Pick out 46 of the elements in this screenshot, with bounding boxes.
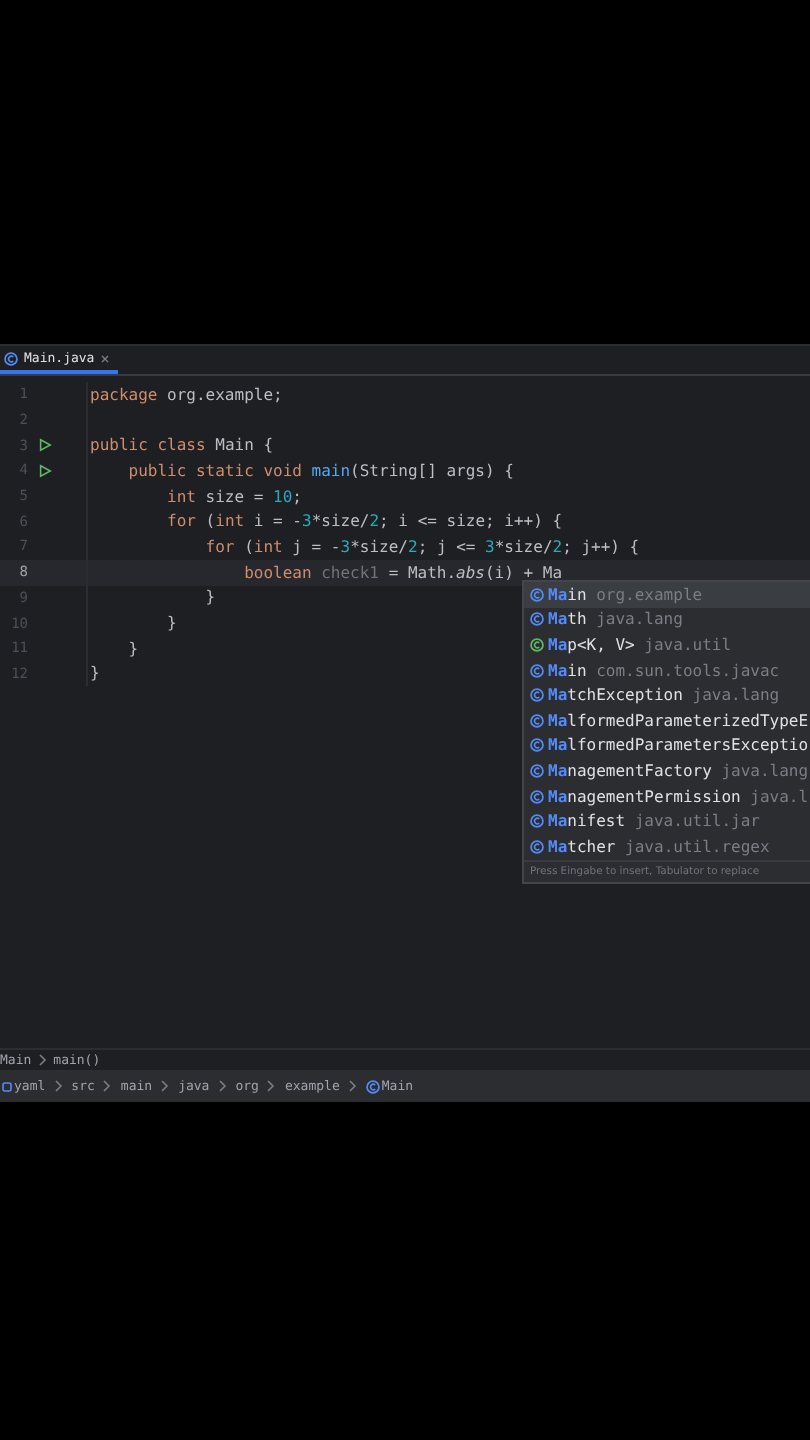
code-line: for (int j = -3*size/2; j <= 3*size/2; j++) { (203, 537, 640, 556)
run-icon[interactable] (38, 438, 52, 453)
code-line: public class Main { (88, 436, 274, 455)
module-icon (2, 1081, 12, 1091)
code-line: int size = 10; (165, 487, 302, 506)
class-icon (530, 738, 544, 753)
class-icon (530, 587, 544, 602)
completion-item[interactable]: Main com.sun.tools.javac (524, 657, 810, 683)
run-icon[interactable] (38, 463, 52, 478)
chevron-icon (53, 1080, 64, 1092)
chevron-icon (37, 1054, 48, 1066)
completion-item[interactable]: Matcher java.util.regex (524, 833, 810, 860)
completion-item[interactable]: Main org.example (524, 582, 810, 608)
code-line: } (126, 639, 139, 658)
completion-item[interactable]: MalformedParametersExceptio (524, 733, 810, 759)
completion-item[interactable]: Manifest java.util.jar (524, 808, 810, 834)
class-icon (530, 789, 544, 804)
interface-icon (530, 637, 544, 652)
code-line: for (int i = -3*size/2; i <= size; i++) { (165, 512, 563, 531)
chevron-icon (347, 1080, 358, 1092)
class-icon (530, 612, 544, 627)
completion-item[interactable]: Math java.lang (524, 607, 810, 633)
class-icon (365, 1079, 380, 1093)
class-icon (530, 688, 544, 703)
chevron-icon (102, 1080, 113, 1092)
completion-item[interactable]: MatchException java.lang (524, 682, 810, 708)
code-line: } (203, 588, 216, 607)
completion-item[interactable]: Map<K, V> java.util (524, 632, 810, 658)
class-icon (530, 763, 544, 778)
code-line: package org.example; (88, 385, 283, 404)
class-icon (530, 713, 544, 728)
code-line: boolean check1 = Math.abs(i) + Ma (242, 563, 563, 582)
code-line: } (165, 614, 177, 633)
chevron-icon (266, 1080, 277, 1092)
class-icon (4, 351, 18, 365)
chevron-icon (160, 1080, 171, 1092)
chevron-icon (217, 1080, 228, 1092)
class-icon (530, 839, 544, 854)
code-line: public static void main(String[] args) { (126, 461, 514, 480)
code-line: } (88, 664, 100, 683)
class-icon (530, 663, 544, 678)
completion-item[interactable]: ManagementFactory java.lang (524, 758, 810, 784)
completion-item[interactable]: MalformedParameterizedTypeE (524, 707, 810, 734)
completion-item[interactable]: ManagementPermission java.l (524, 783, 810, 809)
close-icon[interactable] (100, 353, 111, 363)
class-icon (530, 814, 544, 829)
